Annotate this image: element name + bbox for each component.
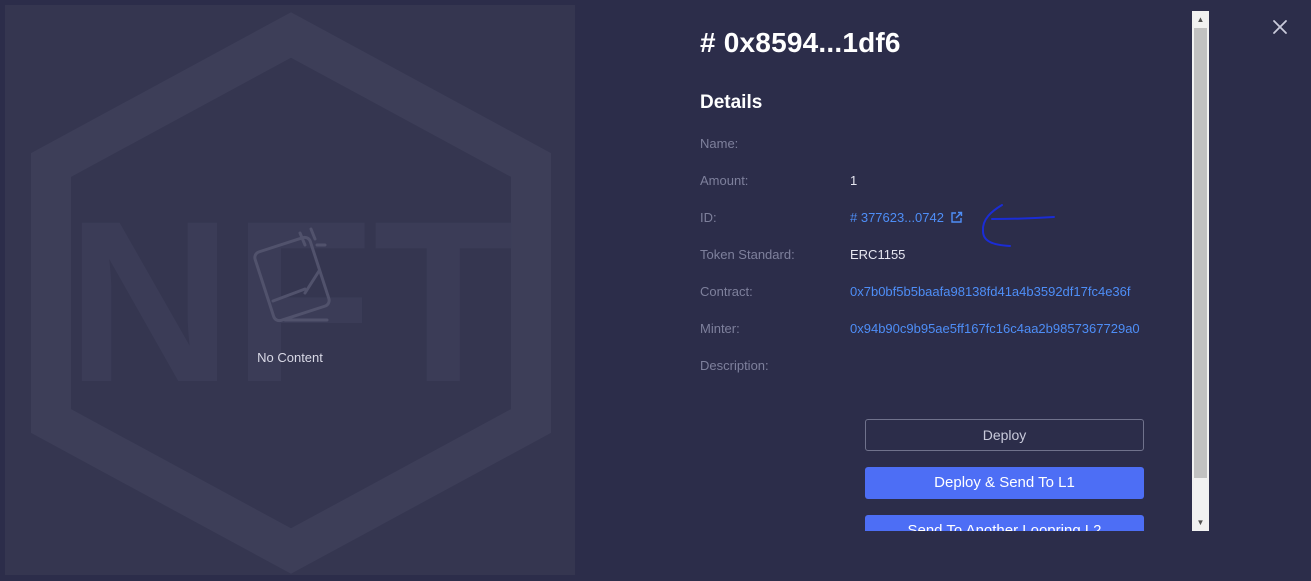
detail-label: Description:: [700, 358, 769, 373]
scrollbar[interactable]: ▲ ▼: [1192, 11, 1209, 531]
scroll-up-arrow-icon[interactable]: ▲: [1192, 11, 1209, 28]
no-content-text: No Content: [257, 350, 323, 365]
detail-label: ID:: [700, 210, 717, 225]
detail-row-token-standard: Token Standard: ERC1155: [700, 247, 1190, 267]
detail-row-minter: Minter: 0x94b90c9b95ae5ff167fc16c4aa2b98…: [700, 321, 1190, 341]
detail-label: Name:: [700, 136, 739, 151]
detail-row-amount: Amount: 1: [700, 173, 1190, 193]
token-id-link[interactable]: # 377623...0742: [850, 210, 963, 225]
details-heading: Details: [700, 92, 763, 113]
nft-media-panel: NFT No Content: [5, 5, 575, 575]
close-button[interactable]: [1270, 17, 1290, 37]
token-id-text[interactable]: # 377623...0742: [850, 210, 944, 225]
close-icon[interactable]: [1270, 17, 1290, 37]
nft-title: # 0x8594...1df6: [700, 27, 901, 58]
svg-text:NFT: NFT: [66, 173, 513, 430]
detail-value: 1: [850, 173, 858, 188]
detail-row-name: Name:: [700, 136, 1190, 156]
send-another-l2-button[interactable]: Send To Another Loopring L2: [865, 515, 1144, 531]
nft-detail-panel: # 0x8594...1df6 Details Name: Amount: 1 …: [700, 0, 1190, 531]
nft-detail-modal: NFT No Content # 0x8594...1df6 Details N…: [0, 0, 1311, 581]
external-link-icon[interactable]: [950, 211, 963, 224]
nft-placeholder-icon: NFT: [31, 12, 551, 574]
contract-address-link[interactable]: 0x7b0bf5b5baafa98138fd41a4b3592df17fc4e3…: [850, 284, 1131, 299]
deploy-button[interactable]: Deploy: [865, 419, 1144, 451]
detail-label: Contract:: [700, 284, 753, 299]
detail-row-description: Description:: [700, 358, 1190, 378]
detail-label: Token Standard:: [700, 247, 795, 262]
deploy-send-l1-button[interactable]: Deploy & Send To L1: [865, 467, 1144, 499]
minter-address-link[interactable]: 0x94b90c9b95ae5ff167fc16c4aa2b9857367729…: [850, 321, 1140, 336]
detail-label: Amount:: [700, 173, 749, 188]
detail-value: ERC1155: [850, 247, 906, 262]
detail-row-contract: Contract: 0x7b0bf5b5baafa98138fd41a4b359…: [700, 284, 1190, 304]
detail-label: Minter:: [700, 321, 740, 336]
scroll-down-arrow-icon[interactable]: ▼: [1192, 514, 1209, 531]
arrow-annotation-icon: [981, 204, 1055, 247]
scrollbar-thumb[interactable]: [1194, 28, 1207, 478]
detail-row-id: ID: # 377623...0742: [700, 210, 1190, 230]
